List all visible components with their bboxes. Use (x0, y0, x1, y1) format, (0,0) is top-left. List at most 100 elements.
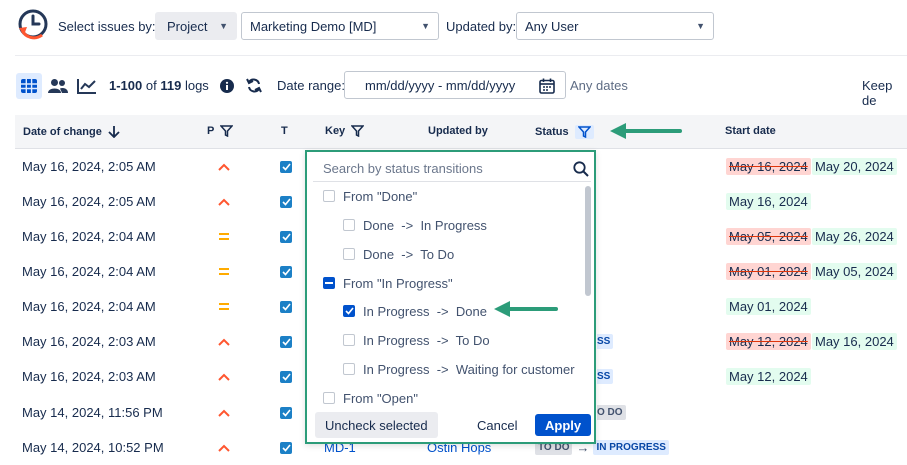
search-icon[interactable] (573, 161, 589, 177)
task-type-icon (280, 395, 292, 430)
new-date: May 12, 2024 (726, 368, 811, 385)
date-of-change: May 14, 2024, 10:52 PM (22, 440, 164, 455)
checkbox-unchecked[interactable] (343, 334, 355, 346)
col-status[interactable]: Status (535, 125, 594, 139)
chevron-down-icon: ▼ (421, 21, 430, 31)
new-date: May 01, 2024 (726, 298, 811, 315)
col-key-label: Key (325, 125, 346, 137)
priority-high-icon (218, 324, 230, 359)
users-view-button[interactable] (45, 73, 71, 99)
status-transition-option[interactable]: In Progress -> Done (343, 301, 487, 321)
task-type-icon (280, 219, 292, 254)
date-of-change: May 16, 2024, 2:05 AM (22, 159, 156, 174)
checkbox-indeterminate[interactable] (323, 277, 335, 289)
date-of-change-cell: May 16, 2024, 2:05 AM (22, 184, 156, 219)
col-start-date[interactable]: Start date (725, 125, 776, 137)
date-of-change-cell: May 16, 2024, 2:05 AM (22, 149, 156, 184)
status-filter-button[interactable] (574, 125, 594, 139)
option-label: From "In Progress" (343, 275, 453, 291)
status-group-option[interactable]: From "Done" (323, 186, 417, 206)
col-key[interactable]: Key (325, 125, 365, 137)
col-start-date-label: Start date (725, 125, 776, 137)
cancel-button[interactable]: Cancel (477, 412, 517, 438)
status-filter-dropdown: From "Done" Done -> In Progress Done -> To… (305, 150, 596, 444)
status-group-option[interactable]: From "Open" (323, 388, 418, 408)
priority-high-icon (218, 149, 230, 184)
logs-label: logs (184, 78, 209, 93)
date-of-change-cell: May 14, 2024, 10:52 PM (22, 430, 164, 465)
task-type-icon (280, 359, 292, 394)
date-range-input[interactable]: mm/dd/yyyy - mm/dd/yyyy (344, 71, 566, 99)
new-start-date: May 20, 2024 (812, 149, 897, 184)
date-of-change: May 16, 2024, 2:04 AM (22, 299, 156, 314)
checkbox-unchecked[interactable] (323, 392, 335, 404)
table-view-button[interactable] (16, 73, 42, 99)
col-date-of-change[interactable]: Date of change (23, 125, 120, 138)
status-transition-option[interactable]: In Progress -> Waiting for customer (343, 359, 575, 379)
col-priority[interactable]: P (207, 125, 234, 137)
chart-view-button[interactable] (74, 73, 100, 99)
status-transition-option[interactable]: In Progress -> To Do (343, 330, 490, 350)
refresh-icon[interactable] (246, 77, 262, 94)
task-type-icon (280, 254, 292, 289)
chevron-down-icon: ▼ (219, 21, 228, 31)
calendar-icon[interactable] (539, 78, 555, 94)
col-updated-by[interactable]: Updated by (428, 125, 488, 137)
task-type-icon (280, 324, 292, 359)
checkbox-unchecked[interactable] (343, 219, 355, 231)
status-to-lozenge: IN PROGRESS (593, 440, 669, 455)
checkbox-unchecked[interactable] (343, 248, 355, 260)
filter-icon[interactable] (351, 125, 365, 137)
new-start-date: May 26, 2024 (812, 219, 897, 254)
keep-label: Keep de (862, 78, 893, 108)
date-of-change: May 14, 2024, 11:56 PM (22, 405, 163, 420)
status-lozenge: SS (597, 334, 614, 349)
arrow-down-icon (108, 126, 120, 138)
total-count: 119 (160, 78, 182, 93)
option-label: In Progress -> Done (363, 303, 487, 319)
dropdown-scrollbar[interactable] (585, 186, 591, 296)
project-select[interactable]: Marketing Demo [MD] ▼ (241, 12, 439, 40)
task-type-icon (280, 430, 292, 465)
scope-select-value: Project (167, 18, 208, 34)
status-search-input[interactable] (313, 160, 563, 177)
updated-by-label: Updated by: (446, 19, 517, 34)
date-of-change-cell: May 16, 2024, 2:04 AM (22, 219, 156, 254)
updated-by-select[interactable]: Any User ▼ (516, 12, 714, 40)
date-of-change-cell: May 16, 2024, 2:04 AM (22, 254, 156, 289)
new-date: May 16, 2024 (726, 193, 811, 210)
app-logo-icon (16, 8, 50, 42)
filter-icon[interactable] (220, 125, 234, 137)
checkbox-unchecked[interactable] (323, 190, 335, 202)
new-start-date: May 16, 2024 (812, 324, 897, 359)
status-group-option[interactable]: From "In Progress" (323, 273, 453, 293)
select-issues-label: Select issues by: (58, 19, 156, 34)
uncheck-selected-button[interactable]: Uncheck selected (315, 412, 438, 438)
date-of-change: May 16, 2024, 2:05 AM (22, 194, 156, 209)
col-type[interactable]: T (281, 125, 288, 137)
col-type-label: T (281, 125, 288, 137)
old-start-date: May 12, 2024 (726, 324, 811, 359)
checkbox-unchecked[interactable] (343, 363, 355, 375)
date-range-placeholder: mm/dd/yyyy - mm/dd/yyyy (365, 77, 516, 93)
checkbox-checked[interactable] (343, 305, 355, 317)
old-start-date: May 01, 2024 (726, 254, 811, 289)
status-transition-option[interactable]: Done -> In Progress (343, 215, 487, 235)
option-label: Done -> To Do (363, 246, 455, 262)
status-lozenge-partial: SS (597, 359, 614, 394)
old-date: May 05, 2024 (726, 228, 811, 245)
scope-select[interactable]: Project ▼ (155, 12, 237, 40)
status-lozenge-partial: O DO (597, 395, 626, 430)
status-transition-option[interactable]: Done -> To Do (343, 244, 454, 264)
grid-icon (21, 79, 37, 93)
col-date-of-change-label: Date of change (23, 125, 102, 138)
apply-button[interactable]: Apply (535, 414, 592, 436)
new-date: May 16, 2024 (812, 333, 897, 350)
status-lozenge: SS (597, 369, 614, 384)
top-divider (15, 55, 907, 56)
date-of-change: May 16, 2024, 2:04 AM (22, 264, 156, 279)
new-date: May 05, 2024 (812, 263, 897, 280)
info-icon[interactable] (220, 79, 234, 93)
col-status-label: Status (535, 126, 569, 138)
option-label: Done -> In Progress (363, 217, 487, 233)
